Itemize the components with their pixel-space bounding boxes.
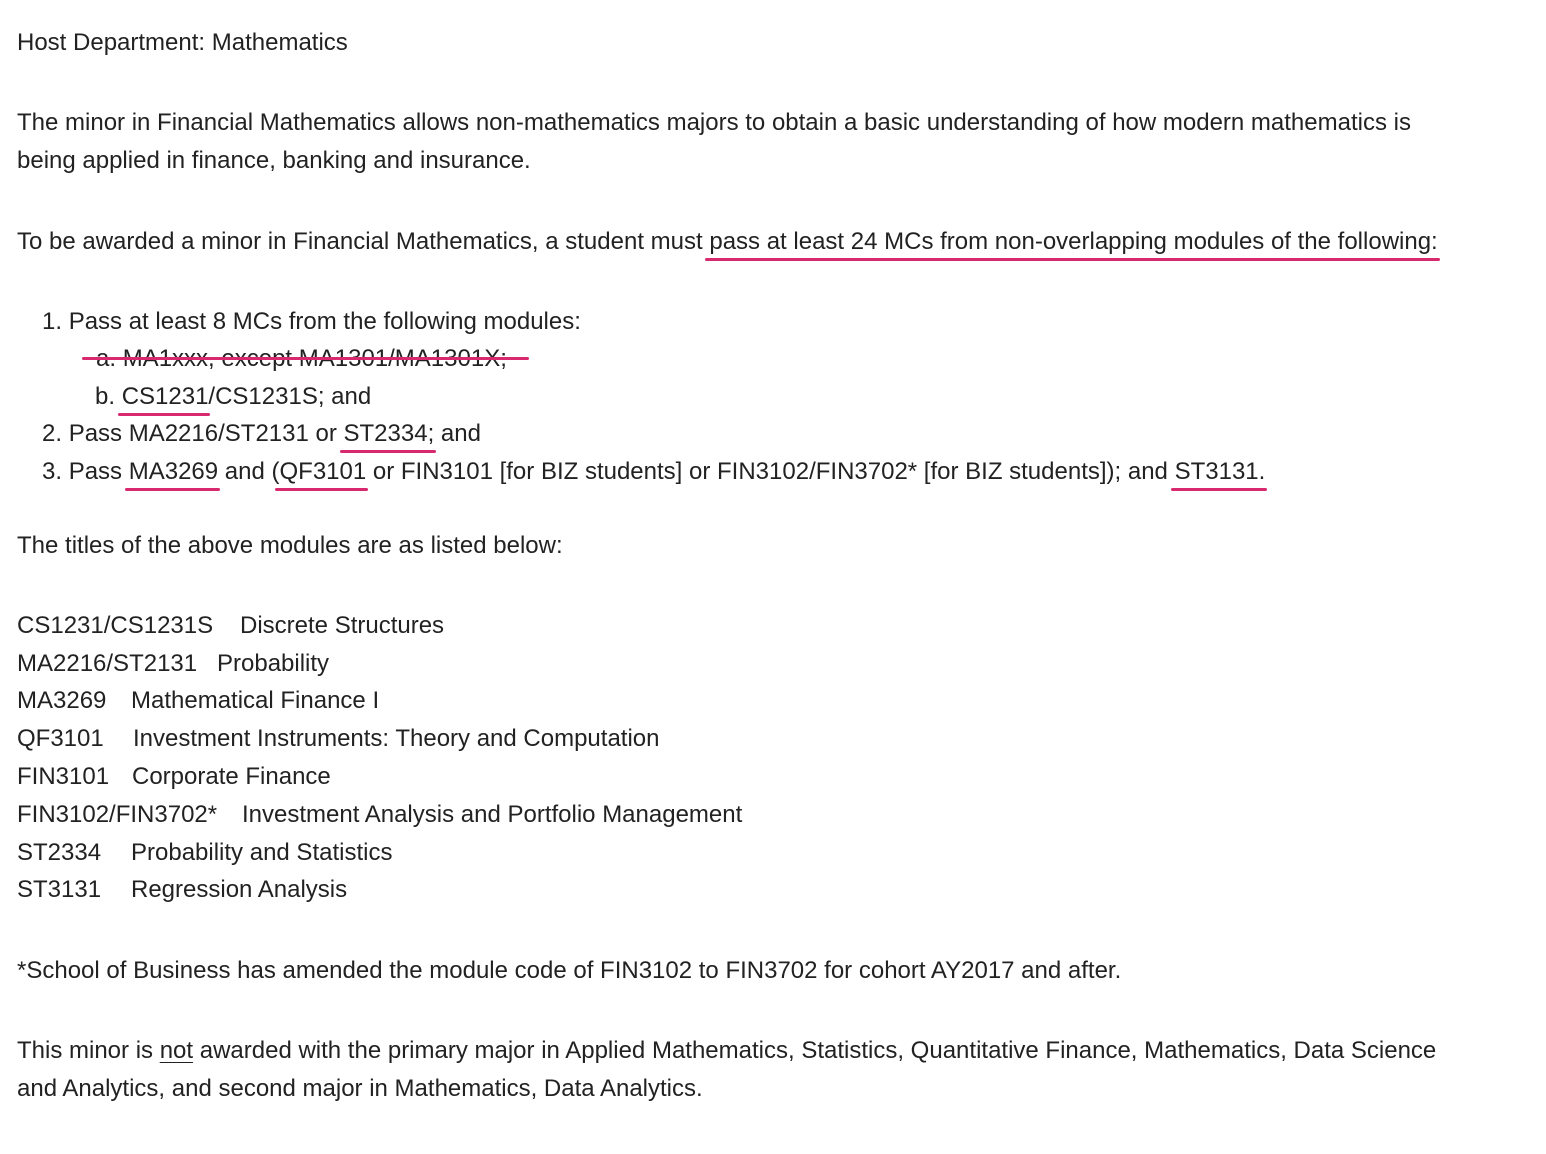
module-title: Investment Instruments: Theory and Compu… <box>133 725 660 752</box>
closing-emphasis: not <box>159 1037 194 1064</box>
closing-line-2: and Analytics, and second major in Mathe… <box>17 1075 703 1102</box>
module-code: MA3269 <box>17 687 107 714</box>
requirement-prefix: To be awarded a minor in Financial Mathe… <box>17 228 710 255</box>
list-item-2-suffix: and <box>434 420 481 447</box>
module-row: MA3269 Mathematical Finance I <box>17 686 379 716</box>
list-item-2: 2. Pass MA2216/ST2131 or ST2334; and <box>42 419 481 453</box>
subitem-a-text: MA1xxx, except MA1301/MA1301X; <box>122 345 507 372</box>
closing-line-1-rest: awarded with the primary major in Applie… <box>193 1037 1437 1064</box>
list-subitem-a: a. MA1xxx, except MA1301/MA1301X; <box>82 344 529 374</box>
list-item-1-text: Pass at least 8 MCs from the following m… <box>68 308 581 335</box>
module-title: Probability <box>217 650 330 677</box>
list-subitem-b: b. CS1231/CS1231S; and <box>95 382 372 416</box>
list-item-3-prefix: Pass <box>68 458 129 485</box>
subitem-a-letter: a. <box>96 345 117 372</box>
subitem-b-letter: b. <box>95 383 116 410</box>
list-number-2: 2. <box>42 420 63 447</box>
module-row: FIN3101 Corporate Finance <box>17 762 331 792</box>
module-title: Regression Analysis <box>131 876 348 903</box>
closing-prefix: This minor is <box>17 1037 160 1064</box>
subitem-b-highlight: CS1231 <box>117 383 211 416</box>
titles-intro: The titles of the above modules are as l… <box>17 532 563 559</box>
module-title: Corporate Finance <box>132 763 331 790</box>
module-title: Investment Analysis and Portfolio Manage… <box>242 801 743 828</box>
module-code: FIN3102/FIN3702* <box>17 801 218 828</box>
module-row: FIN3102/FIN3702* Investment Analysis and … <box>17 800 742 830</box>
list-number-1: 1. <box>42 308 63 335</box>
footnote: *School of Business has amended the modu… <box>17 957 1122 984</box>
list-item-3: 3. Pass MA3269 and (QF3101 or FIN3101 [f… <box>42 457 1268 491</box>
list-item-3-middle-1: and ( <box>218 458 280 485</box>
host-department: Host Department: Mathematics <box>17 29 348 56</box>
list-item-3-highlight-3: ST3131. <box>1170 458 1268 491</box>
list-item-3-highlight-1: MA3269 <box>124 458 221 491</box>
closing-line-1: This minor is not awarded with the prima… <box>17 1036 1436 1066</box>
struck-subitem-a: a. MA1xxx, except MA1301/MA1301X; <box>82 344 529 374</box>
module-row: MA2216/ST2131 Probability <box>17 649 329 679</box>
requirement-statement: To be awarded a minor in Financial Mathe… <box>17 227 1441 261</box>
module-row: ST3131 Regression Analysis <box>17 875 347 905</box>
subitem-b-rest: /CS1231S; and <box>208 383 372 410</box>
module-title: Probability and Statistics <box>131 839 393 866</box>
module-code: QF3101 <box>17 725 104 752</box>
requirement-highlight: pass at least 24 MCs from non-overlappin… <box>705 228 1441 261</box>
list-number-3: 3. <box>42 458 63 485</box>
module-code: FIN3101 <box>17 763 110 790</box>
list-item-2-highlight: ST2334; <box>339 420 436 453</box>
module-code: MA2216/ST2131 <box>17 650 198 677</box>
module-row: ST2334 Probability and Statistics <box>17 838 392 868</box>
list-item-3-highlight-2: QF3101 <box>275 458 368 491</box>
module-code: ST2334 <box>17 839 102 866</box>
intro-line-1: The minor in Financial Mathematics allow… <box>17 109 1411 136</box>
intro-line-2: being applied in finance, banking and in… <box>17 147 531 174</box>
module-row: CS1231/CS1231S Discrete Structures <box>17 611 444 641</box>
module-title: Discrete Structures <box>240 612 445 639</box>
module-title: Mathematical Finance I <box>131 687 380 714</box>
module-code: CS1231/CS1231S <box>17 612 214 639</box>
module-code: ST3131 <box>17 876 102 903</box>
list-item-1: 1. Pass at least 8 MCs from the followin… <box>42 307 581 337</box>
list-item-2-prefix: Pass MA2216/ST2131 or <box>68 420 344 447</box>
list-item-3-middle-2: or FIN3101 [for BIZ students] or FIN3102… <box>366 458 1175 485</box>
module-row: QF3101 Investment Instruments: Theory and… <box>17 724 660 754</box>
